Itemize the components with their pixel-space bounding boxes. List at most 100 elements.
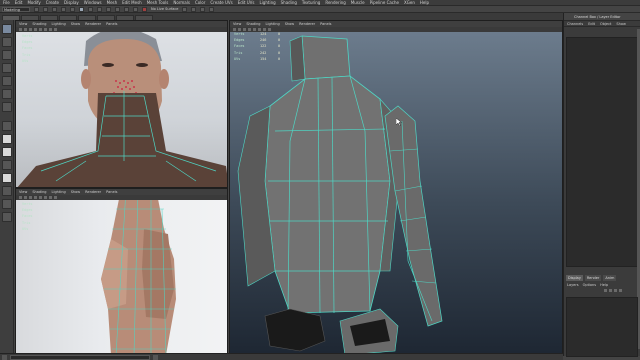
menu-create[interactable]: Create: [46, 0, 59, 5]
layout-uv-icon[interactable]: [1, 199, 12, 209]
isolate-icon[interactable]: [49, 28, 52, 31]
render-settings-icon[interactable]: [200, 6, 206, 12]
cb-menu-edit[interactable]: Edit: [588, 22, 595, 26]
persp-menu-renderer[interactable]: Renderer: [299, 22, 315, 26]
menu-xgen[interactable]: XGen: [404, 0, 415, 5]
menu-normals[interactable]: Normals: [173, 0, 190, 5]
xray-icon[interactable]: [54, 196, 57, 199]
side-menu-view[interactable]: View: [19, 190, 27, 194]
menu-windows[interactable]: Windows: [84, 0, 102, 5]
smooth-shade-icon[interactable]: [39, 28, 42, 31]
layout-outliner-icon[interactable]: [1, 160, 12, 170]
menu-edit-mesh[interactable]: Edit Mesh: [122, 0, 142, 5]
wireframe-icon[interactable]: [34, 196, 37, 199]
camera-icon[interactable]: [19, 28, 22, 31]
layout-custom-icon[interactable]: [1, 212, 12, 222]
new-scene-icon[interactable]: [34, 6, 39, 12]
hypershade-icon[interactable]: [209, 6, 215, 12]
layer-tab-render[interactable]: Render: [584, 275, 602, 281]
move-tool-icon[interactable]: [1, 63, 12, 73]
open-scene-icon[interactable]: [43, 6, 48, 12]
menu-display[interactable]: Display: [64, 0, 79, 5]
wireframe-icon[interactable]: [34, 28, 37, 31]
xray-icon[interactable]: [54, 28, 57, 31]
cb-menu-object[interactable]: Object: [600, 22, 611, 26]
make-live-icon[interactable]: [142, 6, 147, 12]
front-menu-shading[interactable]: Shading: [32, 22, 46, 26]
bookmark-icon[interactable]: [24, 196, 27, 199]
menu-pipeline-cache[interactable]: Pipeline Cache: [370, 0, 399, 5]
layout-side-icon[interactable]: [1, 147, 12, 157]
move-layer-up-icon[interactable]: [604, 289, 607, 292]
cb-menu-channels[interactable]: Channels: [567, 22, 583, 26]
side-view-panel[interactable]: View Shading Lighting Show Renderer Pane…: [15, 188, 228, 354]
menuset-dropdown[interactable]: Modeling: [2, 6, 30, 12]
select-object-icon[interactable]: [88, 6, 93, 12]
side-menu-show[interactable]: Show: [71, 190, 80, 194]
save-scene-icon[interactable]: [52, 6, 57, 12]
menu-create-uvs[interactable]: Create UVs: [210, 0, 232, 5]
front-menu-view[interactable]: View: [19, 22, 27, 26]
camera-icon[interactable]: [19, 196, 22, 199]
snap-grid-icon[interactable]: [106, 6, 111, 12]
menu-rendering[interactable]: Rendering: [325, 0, 345, 5]
menu-shading[interactable]: Shading: [281, 0, 297, 5]
menu-color[interactable]: Color: [195, 0, 205, 5]
redo-icon[interactable]: [70, 6, 75, 12]
smooth-shade-icon[interactable]: [39, 196, 42, 199]
textured-icon[interactable]: [44, 28, 47, 31]
menu-muscle[interactable]: Muscle: [351, 0, 365, 5]
layer-tab-anim[interactable]: Anim: [603, 275, 617, 281]
isolate-icon[interactable]: [49, 196, 52, 199]
menu-mesh-tools[interactable]: Mesh Tools: [147, 0, 169, 5]
layer-menu-help[interactable]: Help: [600, 283, 608, 287]
textured-icon[interactable]: [44, 196, 47, 199]
script-editor-icon[interactable]: [2, 354, 7, 360]
new-layer-icon[interactable]: [614, 289, 617, 292]
new-layer-selected-icon[interactable]: [619, 289, 622, 292]
side-menu-lighting[interactable]: Lighting: [52, 190, 66, 194]
lasso-tool-icon[interactable]: [1, 37, 12, 47]
select-hierarchy-icon[interactable]: [79, 6, 84, 12]
paint-select-icon[interactable]: [1, 50, 12, 60]
bookmark-icon[interactable]: [24, 28, 27, 31]
move-layer-down-icon[interactable]: [609, 289, 612, 292]
side-menu-shading[interactable]: Shading: [32, 190, 46, 194]
side-menu-panels[interactable]: Panels: [106, 190, 117, 194]
front-menu-show[interactable]: Show: [71, 22, 80, 26]
snap-curve-icon[interactable]: [115, 6, 120, 12]
menu-lighting[interactable]: Lighting: [259, 0, 275, 5]
persp-menu-show[interactable]: Show: [285, 22, 294, 26]
persp-menu-lighting[interactable]: Lighting: [266, 22, 280, 26]
menu-help[interactable]: Help: [420, 0, 429, 5]
front-menu-renderer[interactable]: Renderer: [85, 22, 101, 26]
layout-graph-icon[interactable]: [1, 173, 12, 183]
snap-point-icon[interactable]: [124, 6, 129, 12]
front-menu-panels[interactable]: Panels: [106, 22, 117, 26]
layout-single-icon[interactable]: [1, 121, 12, 131]
select-component-icon[interactable]: [97, 6, 102, 12]
menu-edit-uvs[interactable]: Edit UVs: [238, 0, 255, 5]
layer-tab-display[interactable]: Display: [566, 275, 583, 281]
channel-list[interactable]: [566, 37, 638, 267]
front-menu-lighting[interactable]: Lighting: [52, 22, 66, 26]
layout-hypershade-icon[interactable]: [1, 186, 12, 196]
menu-file[interactable]: File: [3, 0, 10, 5]
menu-edit[interactable]: Edit: [15, 0, 23, 5]
grid-icon[interactable]: [29, 28, 32, 31]
layout-four-icon[interactable]: [1, 134, 12, 144]
layer-menu-layers[interactable]: Layers: [567, 283, 579, 287]
ipr-render-icon[interactable]: [191, 6, 197, 12]
undo-icon[interactable]: [61, 6, 66, 12]
side-menu-renderer[interactable]: Renderer: [85, 190, 101, 194]
snap-plane-icon[interactable]: [133, 6, 138, 12]
scale-tool-icon[interactable]: [1, 89, 12, 99]
perspective-viewport[interactable]: View Shading Lighting Show Renderer Pane…: [229, 20, 563, 354]
persp-menu-panels[interactable]: Panels: [320, 22, 331, 26]
menu-modify[interactable]: Modify: [27, 0, 40, 5]
layer-menu-options[interactable]: Options: [583, 283, 597, 287]
select-tool-icon[interactable]: [1, 24, 12, 34]
cb-menu-show[interactable]: Show: [616, 22, 625, 26]
last-tool-icon[interactable]: [1, 102, 12, 112]
command-input[interactable]: [10, 354, 150, 360]
